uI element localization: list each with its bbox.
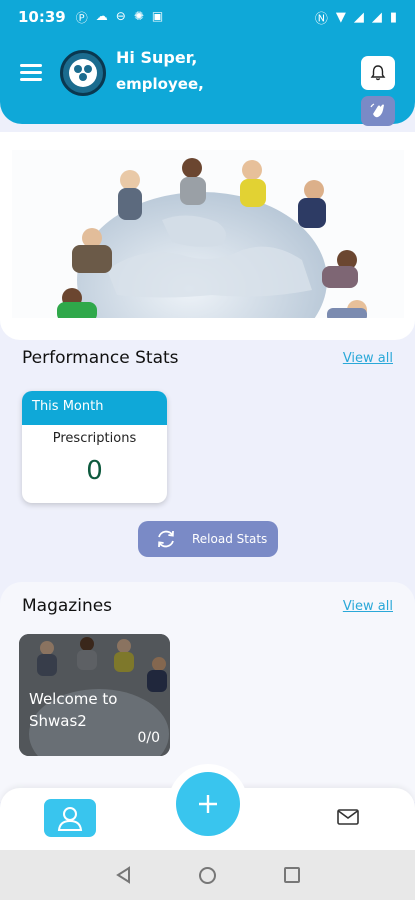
- magazine-title: Welcome to Shwas2: [29, 690, 118, 730]
- section-title-performance: Performance Stats: [22, 348, 179, 368]
- magazine-count: 0/0: [137, 730, 160, 746]
- magazine-card[interactable]: Welcome to Shwas2 0/0: [19, 634, 170, 756]
- mail-icon: [337, 809, 359, 825]
- app-header: Hi Super, employee,: [0, 34, 415, 124]
- menu-icon[interactable]: [20, 64, 42, 82]
- back-icon[interactable]: [115, 866, 133, 884]
- team-globe-illustration: [12, 150, 404, 318]
- stat-card-value: 0: [86, 456, 103, 486]
- p-icon: Ⓟ: [75, 10, 88, 25]
- image-icon: ▣: [151, 8, 164, 23]
- handwave-button[interactable]: [361, 96, 395, 126]
- nav-profile-button[interactable]: [44, 799, 96, 837]
- signal-icon: ◢: [353, 9, 364, 25]
- nav-messages-button[interactable]: [337, 808, 359, 826]
- wifi-icon: ▼: [335, 9, 346, 25]
- plus-icon: [199, 795, 217, 813]
- status-bar: 10:39 Ⓟ ☁ ⊖ ✺ ▣ Ⓝ ▼ ◢ ◢ ▮: [0, 0, 415, 34]
- minus-circle-icon: ⊖: [115, 8, 126, 23]
- status-system-icons: Ⓝ ▼ ◢ ◢ ▮: [315, 8, 397, 27]
- notification-button[interactable]: [361, 56, 395, 90]
- avatar[interactable]: [60, 50, 106, 96]
- add-button[interactable]: [176, 772, 240, 836]
- section-title-magazines: Magazines: [22, 596, 113, 616]
- user-icon: [57, 807, 83, 831]
- status-time: 10:39: [18, 8, 66, 26]
- battery-icon: ▮: [389, 9, 397, 25]
- cloud-icon: ☁: [95, 8, 108, 23]
- nfc-icon: Ⓝ: [314, 11, 328, 27]
- banner-image: [12, 150, 404, 318]
- view-all-stats-link[interactable]: View all: [343, 351, 393, 366]
- status-notification-icons: Ⓟ ☁ ⊖ ✺ ▣: [76, 9, 163, 26]
- refresh-icon: [158, 530, 174, 548]
- system-navigation-bar: [0, 850, 415, 900]
- people-icon: [69, 59, 97, 87]
- bell-icon: [370, 65, 386, 81]
- banner-card: [0, 132, 415, 340]
- greeting-role: employee,: [116, 75, 204, 93]
- greeting-name: Hi Super,: [116, 48, 198, 67]
- reload-stats-button[interactable]: Reload Stats: [138, 521, 278, 557]
- recents-icon[interactable]: [284, 867, 300, 883]
- bug-icon: ✺: [133, 8, 144, 23]
- signal-icon: ◢: [371, 9, 382, 25]
- reload-stats-label: Reload Stats: [192, 532, 268, 546]
- home-icon[interactable]: [199, 867, 216, 884]
- stat-card-label: Prescriptions: [52, 431, 137, 446]
- stat-card-period: This Month: [22, 391, 167, 425]
- stat-card-prescriptions[interactable]: This Month Prescriptions 0: [22, 391, 167, 503]
- hand-wave-icon: [370, 103, 384, 118]
- view-all-magazines-link[interactable]: View all: [343, 599, 393, 614]
